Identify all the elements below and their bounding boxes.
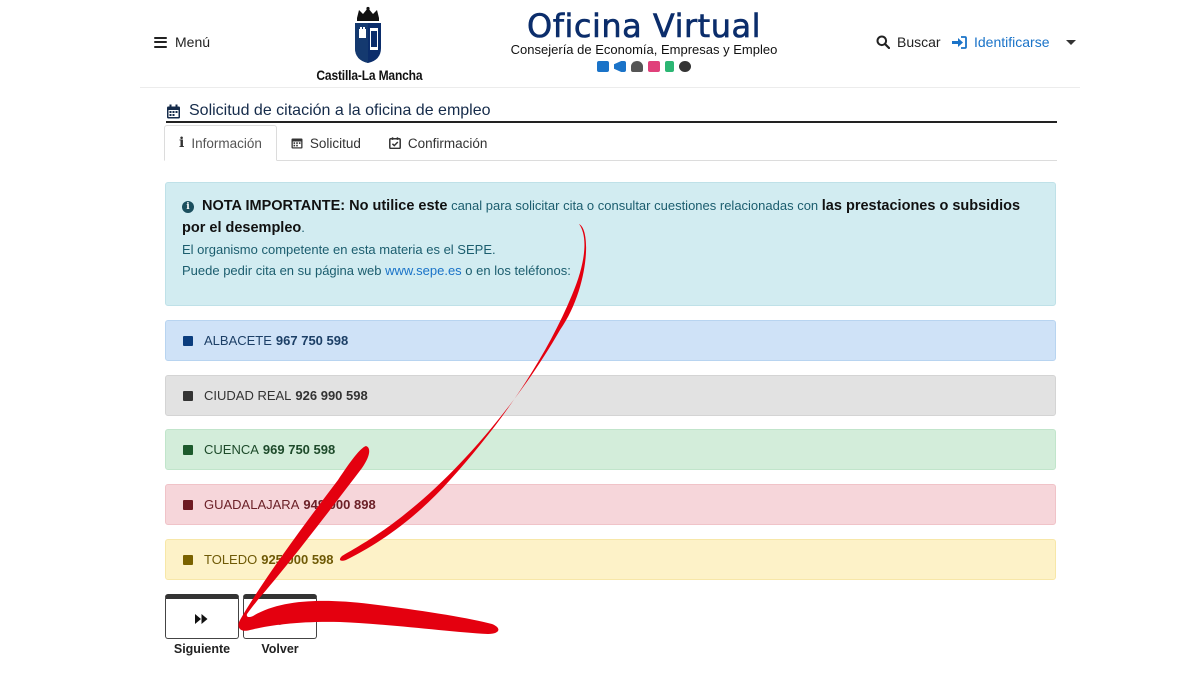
notice-lead-bold: NOTA IMPORTANTE: No utilice este [202,198,448,214]
province-name: GUADALAJARA [204,497,300,512]
tab-label: Confirmación [407,135,488,151]
tab-informacion[interactable]: i Información [164,125,277,161]
next-button-label[interactable]: Siguiente [165,642,239,656]
info-icon: i [179,135,185,151]
province-name: TOLEDO [204,552,258,567]
id-card-icon[interactable] [597,61,609,72]
tab-confirmacion[interactable]: Confirmación [375,125,502,161]
notice-line3-suffix: o en los teléfonos: [461,263,571,278]
sepe-link[interactable]: www.sepe.es [385,263,462,278]
list-icon[interactable] [648,61,660,72]
notice-line3-prefix: Puede pedir cita en su página web [182,263,386,278]
notice-lead-normal: canal para solicitar cita o consultar cu… [447,198,822,213]
undo-icon [273,613,286,625]
tab-bar: i Información Solicitud Confirmación [164,125,1057,161]
logo-text: Castilla-La Mancha [316,67,423,83]
tab-label: Información [191,135,262,151]
tab-label: Solicitud [309,135,361,151]
province-phone: 925 000 598 [261,552,334,567]
brand-title: Oficina Virtual [527,7,761,45]
province-phone: 969 750 598 [262,442,336,457]
square-icon [183,390,193,401]
province-phone: 926 990 598 [295,388,368,403]
castilla-la-mancha-logo[interactable]: Castilla-La Mancha [308,6,428,83]
province-row-toledo: TOLEDO 925 000 598 [165,539,1056,580]
calendar-check-icon [388,137,401,149]
brand-block[interactable]: Oficina Virtual Consejería de Economía, … [510,8,778,72]
back-button[interactable] [243,594,317,639]
info-circle-icon: i [182,201,194,213]
square-icon [183,554,193,565]
important-notice: i NOTA IMPORTANTE: No utilice este canal … [165,182,1056,306]
login-button[interactable]: Identificarse [952,34,1077,50]
chevron-down-icon[interactable] [1066,39,1077,45]
calendar-icon [291,138,303,149]
back-button-label[interactable]: Volver [243,642,317,656]
province-row-albacete: ALBACETE 967 750 598 [165,320,1056,361]
search-button[interactable]: Buscar [876,34,941,50]
login-label: Identificarse [974,34,1050,50]
search-icon [876,35,890,49]
brand-subtitle: Consejería de Economía, Empresas y Emple… [510,42,778,57]
cogs-icon[interactable] [679,61,691,72]
site-header: Menú Castilla-La Mancha Oficina Virtual … [140,0,1080,88]
calendar-icon [167,104,180,118]
province-name: CIUDAD REAL [204,388,292,403]
square-icon [183,499,193,510]
coat-of-arms-icon [355,6,381,63]
notice-lead-end: . [301,220,305,235]
tab-solicitud[interactable]: Solicitud [277,125,375,161]
fast-forward-icon [195,613,208,624]
menu-button[interactable]: Menú [154,34,210,50]
province-name: CUENCA [204,442,259,457]
page-title: Solicitud de citación a la oficina de em… [166,101,1057,123]
megaphone-icon[interactable] [614,61,626,72]
sign-in-icon [952,35,967,49]
menu-label: Menú [175,34,211,50]
province-phone: 949 000 898 [303,497,376,512]
province-row-ciudad-real: CIUDAD REAL 926 990 598 [165,375,1056,416]
user-graduate-icon[interactable] [631,61,643,72]
notice-line3: Puede pedir cita en su página web www.se… [182,260,1039,281]
next-button[interactable] [165,594,239,639]
brand-icon-row [510,61,778,72]
square-icon [183,335,193,346]
page-title-text: Solicitud de citación a la oficina de em… [189,102,491,119]
search-label: Buscar [897,34,941,50]
province-row-guadalajara: GUADALAJARA 949 000 898 [165,484,1056,525]
province-phone: 967 750 598 [275,333,349,348]
notice-lead: i NOTA IMPORTANTE: No utilice este canal … [182,195,1039,239]
clipboard-icon[interactable] [665,61,674,72]
province-row-cuenca: CUENCA 969 750 598 [165,429,1056,470]
notice-line2: El organismo competente en esta materia … [182,242,496,257]
province-name: ALBACETE [204,333,272,348]
hamburger-icon [154,36,167,48]
square-icon [183,444,193,455]
